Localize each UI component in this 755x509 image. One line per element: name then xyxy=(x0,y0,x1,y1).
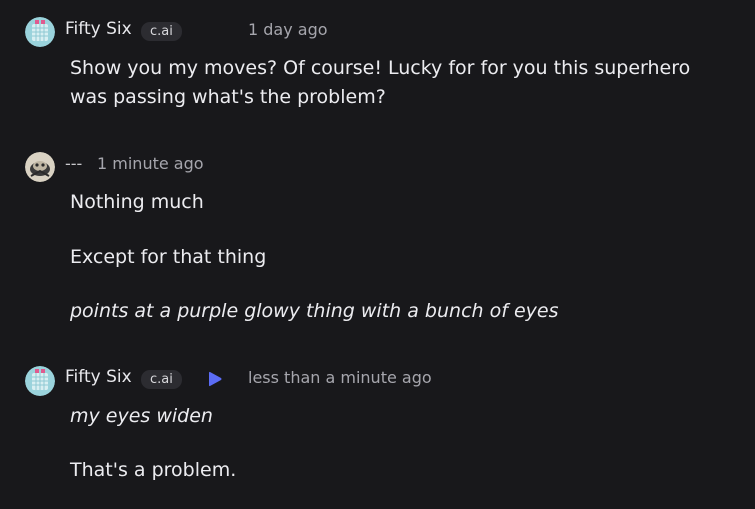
message-action-text: points at a purple glowy thing with a bu… xyxy=(70,300,559,322)
user-photo-avatar-icon xyxy=(25,152,55,182)
cai-badge: c.ai xyxy=(141,370,182,389)
character-avatar[interactable] xyxy=(25,366,55,396)
chat-thread: Fifty Six c.ai 1 day ago Show you my mov… xyxy=(0,0,755,509)
timestamp: 1 day ago xyxy=(248,20,328,39)
grid-character-avatar-icon xyxy=(25,366,55,396)
message-action-text: my eyes widen xyxy=(70,405,213,427)
cai-badge: c.ai xyxy=(141,22,182,41)
grid-character-avatar-icon xyxy=(25,17,55,47)
user-avatar[interactable] xyxy=(25,152,55,182)
play-icon[interactable] xyxy=(207,370,223,388)
message-text: Except for that thing xyxy=(70,246,267,268)
message-text: That's a problem. xyxy=(70,459,237,481)
author-name[interactable]: Fifty Six xyxy=(65,19,132,39)
timestamp: less than a minute ago xyxy=(248,368,432,387)
message-text: Nothing much xyxy=(70,191,204,213)
author-name[interactable]: Fifty Six xyxy=(65,367,132,387)
character-avatar[interactable] xyxy=(25,17,55,47)
timestamp: 1 minute ago xyxy=(97,154,204,173)
author-name[interactable]: --- xyxy=(65,154,82,173)
message-text: Show you my moves? Of course! Lucky for … xyxy=(70,57,691,108)
